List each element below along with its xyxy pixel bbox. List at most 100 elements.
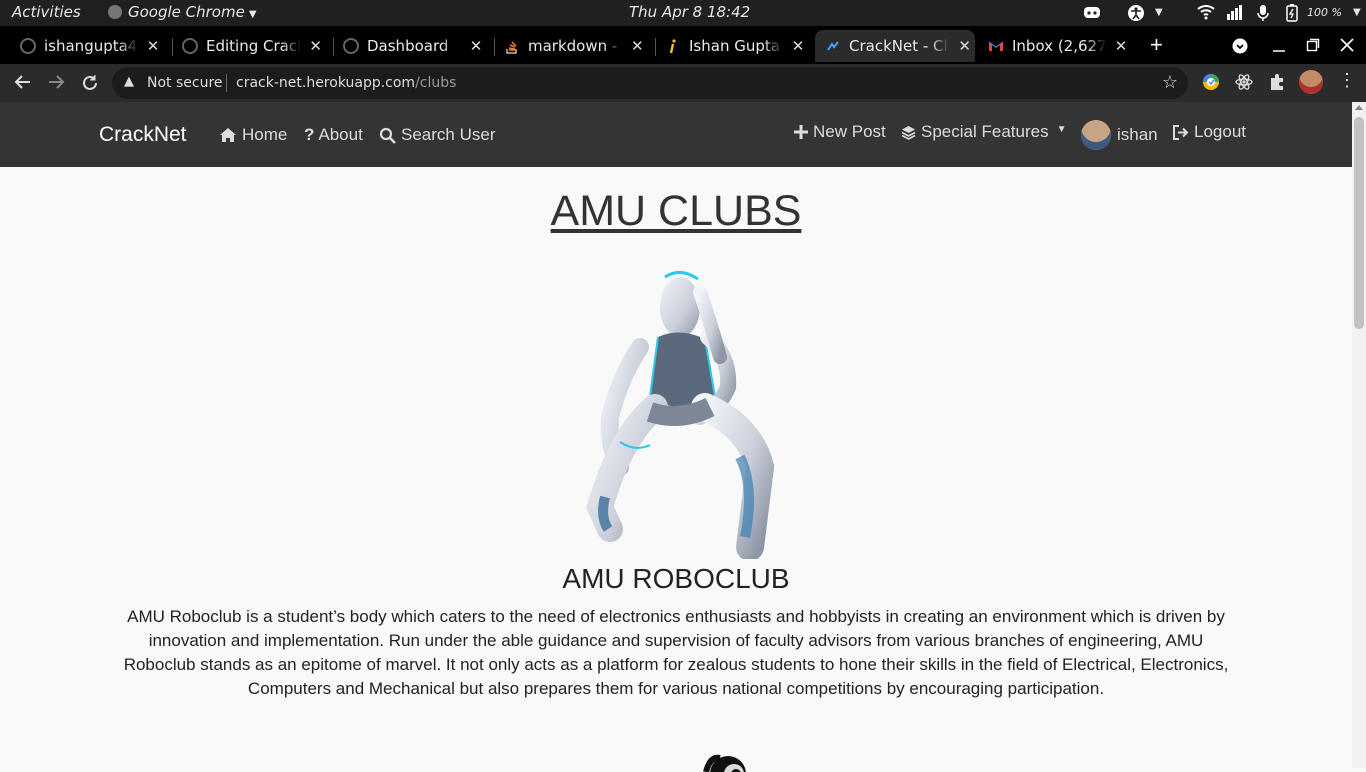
nav-logout[interactable]: Logout [1172, 122, 1246, 142]
roboclub-robot-image [586, 271, 775, 559]
tab-title: CrackNet - Clubs [849, 37, 950, 55]
warning-icon[interactable]: ▲ [124, 74, 134, 89]
nav-about-label: About [318, 125, 363, 144]
address-bar[interactable]: ▲ Not secure crack-net.herokuapp.com/clu… [112, 67, 1188, 99]
url-path: /clubs [415, 75, 457, 91]
question-icon: ? [304, 125, 315, 144]
github-icon [182, 38, 198, 54]
os-top-bar: Activities Google Chrome ▼ Thu Apr 8 18:4… [0, 0, 1366, 26]
close-tab-icon[interactable]: ✕ [146, 37, 160, 55]
battery-icon[interactable] [1285, 4, 1299, 22]
system-menu-caret-icon[interactable]: ▼ [1353, 7, 1361, 18]
gmail-icon [988, 41, 1004, 51]
nav-new-post-label: New Post [813, 122, 886, 141]
github-icon [343, 38, 359, 54]
nav-search-user-label: Search User [401, 125, 496, 144]
microphone-icon[interactable] [1256, 4, 1270, 22]
app-menu[interactable]: Google Chrome ▼ [108, 3, 257, 21]
reload-icon[interactable] [81, 74, 99, 92]
tab-divider [333, 38, 334, 56]
tab-title: Editing CrackNet [206, 37, 301, 55]
profile-avatar[interactable] [1299, 70, 1323, 94]
tab-strip: ishangupta4 ✕ Editing CrackNet ✕ Dashboa… [0, 26, 1366, 64]
close-tab-icon[interactable]: ✕ [469, 37, 483, 55]
tab-cracknet-clubs[interactable]: CrackNet - Clubs ✕ [815, 30, 975, 62]
close-tab-icon[interactable]: ✕ [631, 37, 644, 55]
signal-icon[interactable] [1226, 4, 1244, 20]
react-devtools-icon[interactable] [1235, 73, 1253, 91]
tab-dashboard[interactable]: Dashboard ✕ [337, 30, 487, 62]
caret-down-icon: ▼ [248, 9, 257, 20]
security-label[interactable]: Not secure [147, 75, 223, 91]
page-heading: AMU CLUBS [550, 187, 802, 235]
dropdown-caret-icon: ▼ [1056, 123, 1067, 135]
close-tab-icon[interactable]: ✕ [1114, 37, 1128, 55]
maximize-icon[interactable] [1306, 38, 1320, 52]
chrome-icon [108, 5, 122, 19]
browser-toolbar: ▲ Not secure crack-net.herokuapp.com/clu… [0, 64, 1366, 102]
club-description: AMU Roboclub is a student’s body which c… [123, 607, 1229, 698]
search-icon [379, 127, 396, 144]
extension-colorful-icon[interactable] [1202, 73, 1220, 91]
url-text[interactable]: crack-net.herokuapp.com/clubs [236, 75, 456, 91]
tab-divider [494, 38, 495, 56]
nav-new-post[interactable]: New Post [794, 122, 886, 142]
nav-special-features-dropdown[interactable]: Special Features ▼ [901, 122, 1066, 142]
nav-search-user[interactable]: Search User [379, 125, 495, 145]
accessibility-menu-caret-icon[interactable]: ▼ [1155, 7, 1163, 18]
nav-profile[interactable]: ishan [1081, 120, 1158, 150]
user-avatar [1081, 120, 1111, 150]
tab-editing-cracknet[interactable]: Editing CrackNet ✕ [176, 30, 326, 62]
nav-special-features-label: Special Features [921, 122, 1049, 141]
stackoverflow-icon [506, 41, 517, 54]
tab-gmail-inbox[interactable]: Inbox (2,627 ✕ [982, 30, 1132, 62]
scroll-up-arrow-icon[interactable] [1355, 105, 1363, 110]
close-tab-icon[interactable]: ✕ [309, 37, 322, 55]
extensions-puzzle-icon[interactable] [1268, 73, 1286, 91]
tab-title: Ishan Gupta [689, 37, 780, 55]
back-icon[interactable] [14, 74, 32, 90]
cracknet-icon [827, 41, 839, 51]
accessibility-icon[interactable] [1127, 4, 1145, 22]
new-tab-button[interactable]: + [1150, 32, 1163, 58]
tab-search-icon[interactable] [1232, 38, 1248, 54]
nav-username: ishan [1117, 125, 1158, 144]
layers-icon [901, 125, 916, 140]
nav-about[interactable]: ? About [304, 125, 363, 145]
discord-icon[interactable] [1083, 4, 1101, 20]
tab-markdown[interactable]: markdown - I ✕ [498, 30, 648, 62]
club-name: AMU ROBOCLUB [562, 563, 790, 594]
site-brand[interactable]: CrackNet [99, 123, 187, 147]
tab-github-profile[interactable]: ishangupta4 ✕ [14, 30, 164, 62]
tab-title: Inbox (2,627 [1012, 37, 1107, 55]
minimize-icon[interactable] [1272, 39, 1286, 53]
tab-divider [172, 38, 173, 56]
tab-divider [655, 38, 656, 56]
logout-icon [1173, 124, 1189, 140]
forward-icon[interactable] [47, 74, 65, 90]
url-host: crack-net.herokuapp.com [236, 75, 416, 91]
bookmark-star-icon[interactable]: ☆ [1162, 72, 1178, 93]
battery-percent: 100 % [1307, 6, 1342, 19]
plus-icon [794, 125, 808, 139]
activities-button[interactable]: Activities [12, 3, 81, 21]
nav-home[interactable]: Home [219, 125, 287, 145]
scrollbar-thumb[interactable] [1354, 117, 1364, 329]
page-scrollbar[interactable] [1352, 102, 1366, 768]
tab-title: ishangupta4 [44, 37, 138, 55]
tab-title: Dashboard [367, 37, 449, 55]
close-tab-icon[interactable]: ✕ [958, 37, 971, 55]
app-name: Google Chrome [128, 3, 245, 21]
nav-logout-label: Logout [1194, 122, 1246, 141]
clock[interactable]: Thu Apr 8 18:42 [629, 3, 750, 21]
nav-home-label: Home [242, 125, 288, 144]
github-icon [20, 38, 36, 54]
wifi-icon[interactable] [1197, 4, 1215, 20]
tab-ishan-gupta[interactable]: Ishan Gupta ✕ [659, 30, 809, 62]
omnibox-divider [226, 74, 227, 92]
site-navbar: CrackNet Home ? About Search User New Po… [0, 102, 1352, 167]
close-window-icon[interactable] [1340, 38, 1354, 52]
close-tab-icon[interactable]: ✕ [791, 37, 805, 55]
home-icon [220, 128, 236, 142]
chrome-menu-icon[interactable]: ⋮ [1338, 70, 1356, 91]
